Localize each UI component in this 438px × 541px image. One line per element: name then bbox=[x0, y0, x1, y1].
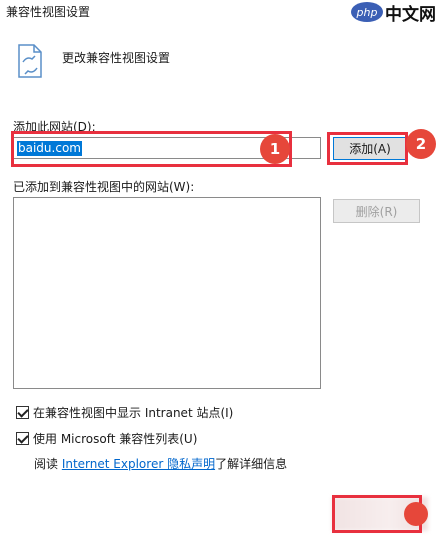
annotation-badge-3 bbox=[404, 502, 428, 526]
annotation-badge-2: 2 bbox=[406, 129, 436, 159]
privacy-line: 阅读 Internet Explorer 隐私声明了解详细信息 bbox=[34, 455, 287, 472]
intranet-label: 在兼容性视图中显示 Intranet 站点(I) bbox=[33, 406, 234, 420]
header-text: 更改兼容性视图设置 bbox=[62, 51, 171, 65]
watermark-text: 中文网 bbox=[385, 4, 436, 25]
annotation-box-2 bbox=[327, 132, 408, 165]
annotation-badge-1: 1 bbox=[260, 134, 290, 164]
added-sites-list[interactable] bbox=[13, 197, 321, 389]
annotation-box-1 bbox=[11, 131, 292, 167]
added-sites-label: 已添加到兼容性视图中的网站(W): bbox=[13, 180, 195, 194]
ms-list-checkbox[interactable] bbox=[16, 432, 29, 445]
privacy-suffix: 了解详细信息 bbox=[215, 457, 288, 471]
intranet-checkbox[interactable] bbox=[16, 406, 29, 419]
ms-list-label: 使用 Microsoft 兼容性列表(U) bbox=[33, 432, 198, 446]
privacy-link[interactable]: Internet Explorer 隐私声明 bbox=[62, 457, 215, 471]
php-watermark: php 中文网 bbox=[351, 0, 436, 25]
ms-list-option[interactable]: 使用 Microsoft 兼容性列表(U) bbox=[16, 430, 197, 447]
privacy-prefix: 阅读 bbox=[34, 457, 62, 471]
intranet-option[interactable]: 在兼容性视图中显示 Intranet 站点(I) bbox=[16, 404, 233, 421]
remove-button[interactable]: 删除(R) bbox=[333, 199, 420, 223]
window-title: 兼容性视图设置 bbox=[6, 5, 91, 19]
document-sync-icon bbox=[18, 44, 42, 78]
watermark-badge: php bbox=[351, 2, 383, 22]
